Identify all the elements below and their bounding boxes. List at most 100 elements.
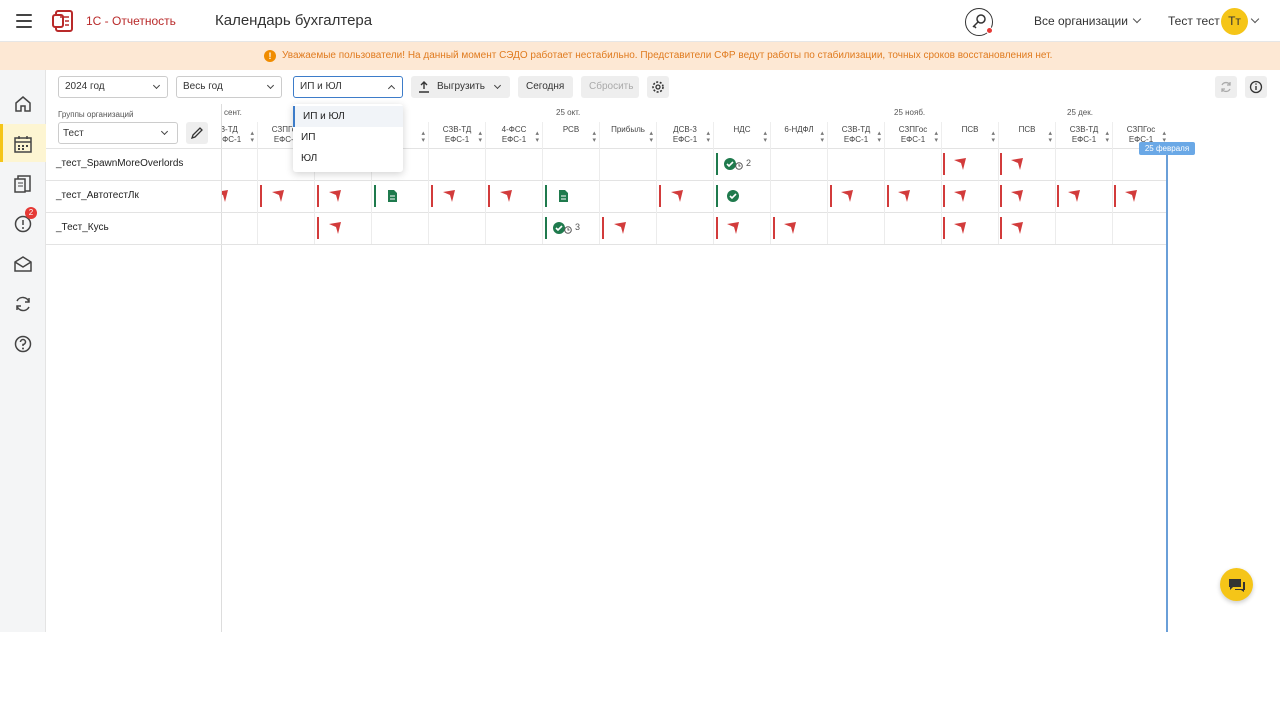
sort-icon: ▴▾	[1048, 130, 1052, 144]
flag-icon[interactable]	[443, 190, 455, 202]
organization-select[interactable]: Все организации	[1034, 14, 1142, 28]
column-header[interactable]: 4-ФСС ЕФС-1 ▴ ▾	[485, 122, 542, 148]
flag-icon[interactable]	[1011, 190, 1023, 202]
brand-link[interactable]: 1С - Отчетность	[86, 14, 176, 28]
flag-icon[interactable]	[954, 222, 966, 234]
notice-banner: ! Уважаемые пользователи! На данный моме…	[0, 42, 1280, 70]
check-circle-icon[interactable]	[727, 190, 739, 202]
column-header[interactable]: ДСВ-3 ЕФС-1 ▴ ▾	[656, 122, 713, 148]
sidebar-item-help[interactable]	[0, 324, 46, 362]
cell-divider	[998, 148, 999, 244]
page-footer-space	[0, 632, 1280, 720]
group-select[interactable]: Тест	[58, 122, 178, 144]
status-bar	[716, 185, 718, 207]
flag-icon[interactable]	[1068, 190, 1080, 202]
chat-button[interactable]	[1220, 568, 1253, 601]
diagnostics-button[interactable]	[965, 8, 993, 36]
document-icon[interactable]	[557, 190, 569, 202]
reset-button[interactable]: Сбросить	[581, 76, 639, 98]
sidebar-item-mail[interactable]	[0, 244, 46, 282]
cell-divider	[1112, 148, 1113, 244]
column-header[interactable]: СЗВ-ТД ЕФС-1 ▴ ▾	[827, 122, 884, 148]
column-header[interactable]: СЗВ-ТД ЕФС-1 ▴ ▾	[428, 122, 485, 148]
column-header[interactable]: Прибыль ▴ ▾	[599, 122, 656, 148]
column-header[interactable]: З-ТДЕФС-1 ▴▾	[222, 122, 257, 148]
sort-icon: ▴▾	[421, 130, 425, 144]
org-type-select[interactable]: ИП и ЮЛ	[293, 76, 403, 98]
status-bar	[545, 185, 547, 207]
status-bar	[716, 153, 718, 175]
today-line	[1166, 148, 1168, 632]
column-header[interactable]: РСВ ▴ ▾	[542, 122, 599, 148]
column-header-line1: ДСВ-3	[673, 125, 697, 134]
column-header[interactable]: СЗВ-ТД ЕФС-1 ▴ ▾	[1055, 122, 1112, 148]
flag-icon[interactable]	[1011, 222, 1023, 234]
flag-icon[interactable]	[329, 222, 341, 234]
flag-icon[interactable]	[614, 222, 626, 234]
clock-icon	[564, 226, 572, 234]
today-button[interactable]: Сегодня	[518, 76, 573, 98]
status-bar	[943, 185, 945, 207]
year-select[interactable]: 2024 год	[58, 76, 168, 98]
status-bar	[943, 153, 945, 175]
flag-icon[interactable]	[671, 190, 683, 202]
avatar[interactable]: Тт	[1221, 8, 1248, 35]
column-header-line1: СЗПГос	[1126, 125, 1156, 134]
month-label: 25 окт.	[556, 108, 581, 117]
column-header[interactable]: ПСВ ▴ ▾	[941, 122, 998, 148]
column-header-line1: Прибыль	[611, 125, 645, 134]
dropdown-option-ip[interactable]: ИП	[293, 127, 403, 148]
column-header[interactable]: ПСВ ▴ ▾	[998, 122, 1055, 148]
flag-icon[interactable]	[898, 190, 910, 202]
export-button[interactable]: Выгрузить	[411, 76, 510, 98]
flag-icon[interactable]	[1125, 190, 1137, 202]
org-row[interactable]: _Тест_Кусь	[56, 222, 109, 233]
column-header[interactable]: НДС ▴ ▾	[713, 122, 770, 148]
cell-divider	[656, 148, 657, 244]
flag-icon[interactable]	[500, 190, 512, 202]
dropdown-option-ip-ul[interactable]: ИП и ЮЛ	[293, 106, 403, 127]
cell-divider	[257, 148, 258, 244]
status-bar	[1057, 185, 1059, 207]
dropdown-option-ul[interactable]: ЮЛ	[293, 148, 403, 169]
user-name[interactable]: Тест тест	[1168, 14, 1220, 28]
chevron-down-icon[interactable]	[1250, 14, 1260, 24]
sidebar-item-documents[interactable]	[0, 164, 46, 202]
flag-icon[interactable]	[727, 222, 739, 234]
org-row[interactable]: _тест_SpawnMoreOverlords	[56, 158, 183, 169]
sort-icon: ▴▾	[592, 130, 596, 144]
flag-icon[interactable]	[841, 190, 853, 202]
column-header-line2: ЕФС-1	[1071, 135, 1097, 144]
calendar-grid: сент. 25 окт. 25 нояб. 25 дек. З-ТДЕФС-1…	[222, 104, 1167, 632]
flag-icon[interactable]	[784, 222, 796, 234]
sidebar-item-sync[interactable]	[0, 284, 46, 322]
settings-button[interactable]	[647, 76, 669, 98]
chevron-down-icon	[493, 81, 502, 90]
refresh-icon	[1221, 81, 1231, 93]
column-header[interactable]: 6-НДФЛ ▴ ▾	[770, 122, 827, 148]
column-header-line1: СЗВ-ТД	[442, 125, 472, 134]
column-header[interactable]: СЗПГосЕФС-1 ▴▾	[884, 122, 941, 148]
period-select[interactable]: Весь год	[176, 76, 282, 98]
flag-icon[interactable]	[1011, 158, 1023, 170]
month-label: сент.	[224, 108, 242, 117]
logo-icon	[52, 10, 73, 32]
edit-group-button[interactable]	[186, 122, 208, 144]
org-row[interactable]: _тест_АвтотестЛк	[56, 190, 139, 201]
flag-icon[interactable]	[954, 190, 966, 202]
flag-icon[interactable]	[222, 190, 228, 202]
status-bar	[773, 217, 775, 239]
sidebar-item-home[interactable]	[0, 84, 46, 122]
document-icon[interactable]	[386, 190, 398, 202]
flag-icon[interactable]	[954, 158, 966, 170]
refresh-button[interactable]	[1215, 76, 1237, 98]
menu-icon[interactable]	[16, 14, 32, 28]
cell-divider	[428, 148, 429, 244]
flag-icon[interactable]	[272, 190, 284, 202]
sidebar-item-calendar[interactable]	[0, 124, 46, 162]
sidebar-item-alerts[interactable]: 2	[0, 204, 46, 242]
flag-icon[interactable]	[329, 190, 341, 202]
gear-icon	[652, 81, 664, 93]
info-button[interactable]	[1245, 76, 1267, 98]
sort-icon: ▴▾	[535, 130, 539, 144]
